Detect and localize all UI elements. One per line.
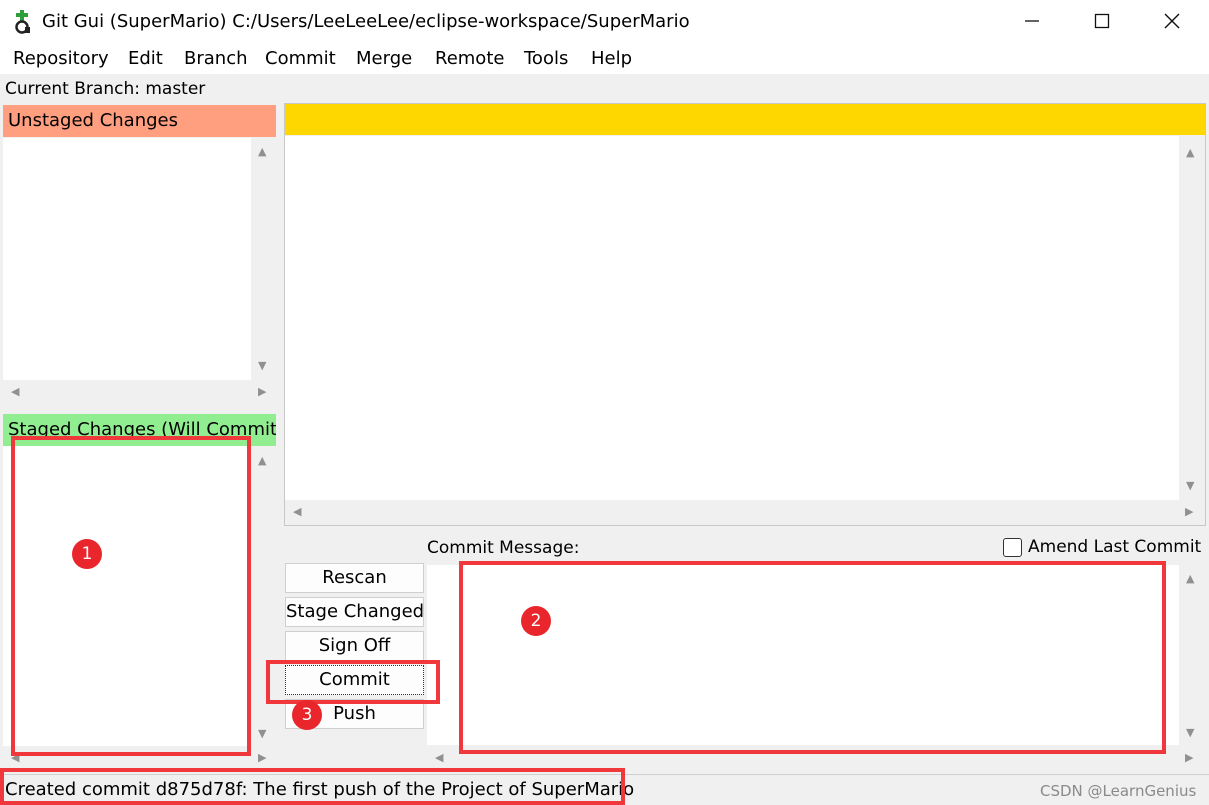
menu-commit[interactable]: Commit	[265, 48, 336, 69]
scroll-right-icon[interactable]: ▶	[1185, 506, 1193, 518]
minimize-button[interactable]	[1010, 8, 1054, 38]
scroll-left-icon[interactable]: ◀	[11, 386, 19, 398]
scroll-down-icon[interactable]: ▼	[258, 728, 266, 740]
menu-edit[interactable]: Edit	[128, 48, 163, 69]
scroll-up-icon[interactable]: ▲	[1186, 147, 1194, 159]
menu-remote[interactable]: Remote	[435, 48, 504, 69]
diff-viewer[interactable]	[285, 136, 1179, 500]
sign-off-button[interactable]: Sign Off	[285, 631, 424, 661]
watermark: CSDN @LearnGenius	[1040, 782, 1197, 800]
scroll-left-icon[interactable]: ◀	[293, 506, 301, 518]
close-icon	[1164, 13, 1180, 34]
commit-message-vertical-scrollbar[interactable]: ▲ ▼	[1179, 565, 1203, 745]
diff-vertical-scrollbar[interactable]: ▲ ▼	[1179, 136, 1203, 500]
scroll-down-icon[interactable]: ▼	[1186, 727, 1194, 739]
annotation-box-commit-button	[266, 660, 440, 704]
scroll-left-icon[interactable]: ◀	[435, 752, 443, 764]
annotation-box-staged-list	[11, 436, 251, 756]
annotation-badge-2: 2	[521, 606, 551, 636]
current-branch-label: Current Branch: master	[5, 79, 206, 99]
scroll-down-icon[interactable]: ▼	[258, 360, 266, 372]
checkbox-box[interactable]	[1003, 537, 1022, 557]
scroll-right-icon[interactable]: ▶	[1185, 752, 1193, 764]
menu-repository[interactable]: Repository	[13, 48, 109, 69]
commit-message-label: Commit Message:	[427, 538, 580, 558]
stage-changed-button[interactable]: Stage Changed	[285, 597, 424, 627]
amend-last-commit-label: Amend Last Commit	[1028, 537, 1202, 557]
scroll-up-icon[interactable]: ▲	[1186, 573, 1194, 585]
menu-tools[interactable]: Tools	[524, 48, 568, 69]
menu-bar: Repository Edit Branch Commit Merge Remo…	[0, 44, 1209, 74]
scroll-up-icon[interactable]: ▲	[258, 455, 266, 467]
rescan-button[interactable]: Rescan	[285, 563, 424, 593]
git-icon	[12, 10, 34, 34]
title-bar: Git Gui (SuperMario) C:/Users/LeeLeeLee/…	[0, 0, 1209, 44]
annotation-box-commit-message	[459, 561, 1166, 754]
annotation-badge-1: 1	[72, 539, 102, 569]
diff-header	[284, 103, 1205, 135]
scroll-up-icon[interactable]: ▲	[258, 146, 266, 158]
scroll-right-icon[interactable]: ▶	[258, 752, 266, 764]
unstaged-horizontal-scrollbar[interactable]: ◀ ▶	[3, 380, 276, 404]
unstaged-file-list[interactable]	[3, 138, 251, 380]
diff-horizontal-scrollbar[interactable]: ◀ ▶	[285, 500, 1205, 524]
annotation-box-status-message	[0, 768, 625, 805]
menu-branch[interactable]: Branch	[184, 48, 248, 69]
maximize-icon	[1094, 13, 1110, 34]
close-button[interactable]	[1150, 8, 1194, 38]
window-title: Git Gui (SuperMario) C:/Users/LeeLeeLee/…	[42, 11, 690, 32]
amend-last-commit-checkbox[interactable]: Amend Last Commit	[1003, 537, 1201, 557]
unstaged-vertical-scrollbar[interactable]: ▲ ▼	[251, 138, 275, 380]
scroll-down-icon[interactable]: ▼	[1186, 480, 1194, 492]
minimize-icon	[1024, 13, 1040, 34]
menu-help[interactable]: Help	[591, 48, 632, 69]
menu-merge[interactable]: Merge	[356, 48, 412, 69]
unstaged-changes-header: Unstaged Changes	[3, 105, 276, 137]
annotation-badge-3: 3	[292, 700, 322, 730]
maximize-button[interactable]	[1080, 8, 1124, 38]
scroll-right-icon[interactable]: ▶	[258, 386, 266, 398]
